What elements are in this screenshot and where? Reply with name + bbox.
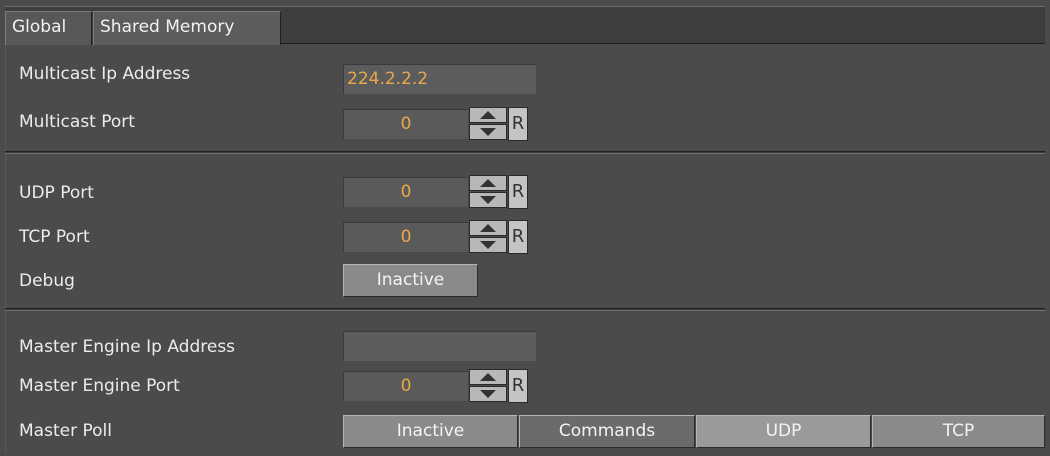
tab-bar: Global Shared Memory	[5, 6, 1045, 45]
udp-port-decrement-button[interactable]	[469, 192, 507, 208]
multicast-port-field[interactable]: 0	[343, 109, 468, 139]
master-port-field[interactable]: 0	[343, 371, 468, 401]
udp-port-increment-button[interactable]	[469, 175, 507, 191]
master-ip-label: Master Engine Ip Address	[19, 337, 236, 357]
shared-memory-window: Global Shared Memory Multicast Ip Addres…	[0, 0, 1050, 456]
master-port-decrement-button[interactable]	[469, 386, 507, 402]
arrow-up-icon	[480, 224, 496, 232]
udp-port-field[interactable]: 0	[343, 177, 468, 207]
tcp-port-reset-button[interactable]: R	[508, 220, 528, 254]
arrow-down-icon	[480, 196, 496, 204]
multicast-ip-label: Multicast Ip Address	[19, 64, 191, 84]
master-port-increment-button[interactable]	[469, 369, 507, 385]
master-port-reset-button[interactable]: R	[508, 369, 528, 403]
arrow-up-icon	[480, 179, 496, 187]
debug-toggle-button[interactable]: Inactive	[343, 264, 478, 297]
section-divider	[5, 308, 1045, 311]
master-port-label: Master Engine Port	[19, 376, 180, 396]
arrow-up-icon	[480, 373, 496, 381]
master-poll-option-commands[interactable]: Commands	[519, 415, 695, 448]
master-port-spinner	[469, 369, 507, 403]
arrow-down-icon	[480, 241, 496, 249]
arrow-up-icon	[480, 111, 496, 119]
master-poll-label: Master Poll	[19, 421, 112, 441]
tab-shared-memory[interactable]: Shared Memory	[93, 11, 281, 45]
multicast-port-spinner	[469, 107, 507, 141]
master-ip-field[interactable]	[343, 331, 536, 361]
arrow-down-icon	[480, 128, 496, 136]
tcp-port-field[interactable]: 0	[343, 222, 468, 252]
multicast-port-label: Multicast Port	[19, 112, 135, 132]
section-divider	[5, 151, 1045, 154]
master-poll-option-udp[interactable]: UDP	[696, 415, 871, 448]
multicast-port-increment-button[interactable]	[469, 107, 507, 123]
udp-port-spinner	[469, 175, 507, 209]
multicast-port-decrement-button[interactable]	[469, 124, 507, 140]
master-poll-option-tcp[interactable]: TCP	[872, 415, 1045, 448]
tcp-port-decrement-button[interactable]	[469, 237, 507, 253]
udp-port-reset-button[interactable]: R	[508, 175, 528, 209]
udp-port-label: UDP Port	[19, 183, 94, 203]
tcp-port-label: TCP Port	[19, 227, 90, 247]
debug-label: Debug	[19, 271, 75, 291]
multicast-port-reset-button[interactable]: R	[508, 107, 528, 141]
arrow-down-icon	[480, 390, 496, 398]
multicast-ip-field[interactable]: 224.2.2.2	[343, 64, 536, 94]
tcp-port-spinner	[469, 220, 507, 254]
master-poll-option-inactive[interactable]: Inactive	[343, 415, 518, 448]
tcp-port-increment-button[interactable]	[469, 220, 507, 236]
tab-global[interactable]: Global	[5, 11, 92, 45]
